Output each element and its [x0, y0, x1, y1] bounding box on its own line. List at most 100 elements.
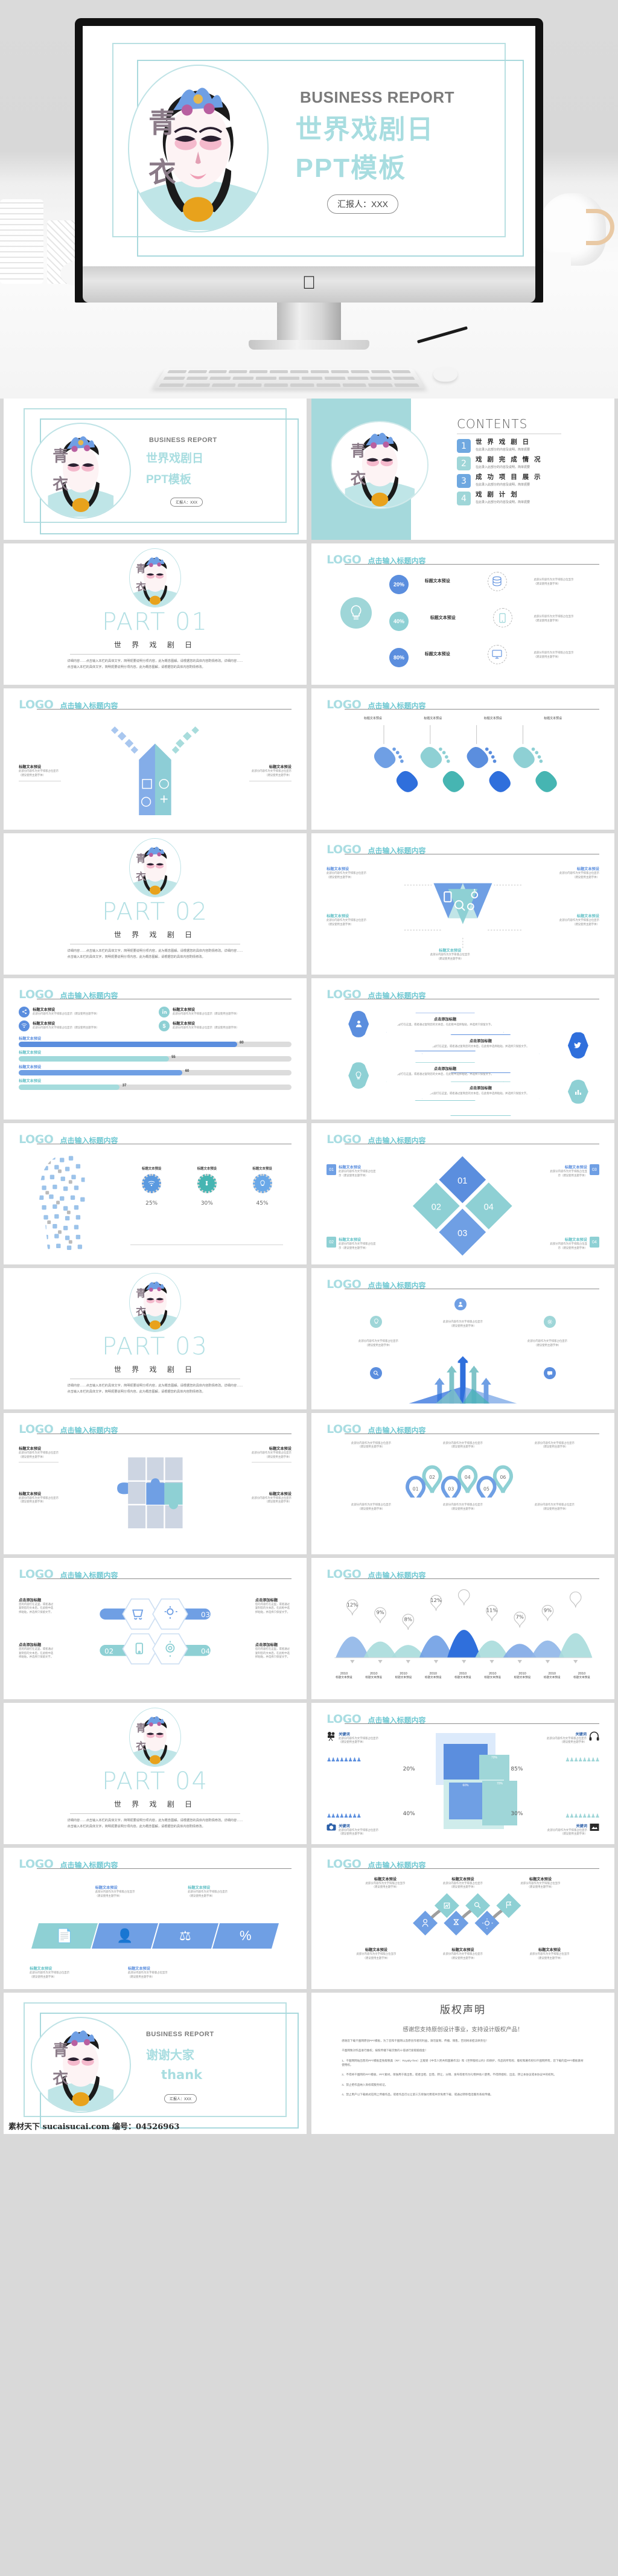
arrow-caption: 此部分内容作为文字排版占位显示 （建议使用主题字体）: [443, 1319, 483, 1327]
upward-arrows: [409, 1356, 517, 1404]
footstep-label: 标题文本预设: [424, 716, 442, 720]
slide-header: LOGO 点击输入标题内容: [19, 1568, 291, 1581]
thumb-icon-head[interactable]: LOGO 点击输入标题内容 标题文本预设 25% 标题文本预设 30% 标题文本…: [4, 1123, 307, 1264]
thanks-line2: thank: [161, 2068, 203, 2083]
chart-icon: [567, 1079, 588, 1104]
svg-text:青: 青: [53, 447, 68, 466]
svg-text:05: 05: [483, 1487, 489, 1492]
imac-chin: : [83, 266, 535, 303]
monitor-icon: [492, 650, 502, 659]
mouse: [433, 367, 457, 382]
kw-pct: 30%: [511, 1811, 523, 1818]
svg-text:青: 青: [350, 443, 366, 461]
thumb-copyright[interactable]: 版权声明 感谢您支持原创设计事业，支持设计版权产品！ 感谢您下载千图网原创PPT…: [311, 1993, 614, 2134]
svg-text:青: 青: [136, 1722, 146, 1734]
thumb-part-03[interactable]: 青 衣 PART 03 世 界 戏 剧 日 详细内容……点击输入本栏的具体文字，…: [4, 1268, 307, 1409]
contents-item[interactable]: 4 戏 剧 计 划 在此录入此部分的内容及说明，简单扼要: [456, 491, 602, 506]
thumb-hex-four[interactable]: LOGO 点击输入标题内容 03 02 04 点击添加标题 您的内容打在这里，或…: [4, 1558, 307, 1699]
tri-label-2: 标题文本预设 此部分内容作为文字排版占位显示 （建议使用主题字体）: [559, 867, 599, 879]
contents-item-number: 3: [456, 474, 471, 489]
slide-header: LOGO 点击输入标题内容: [19, 1423, 291, 1436]
logo-text: LOGO: [327, 1133, 362, 1147]
thumb-footsteps[interactable]: LOGO 点击输入标题内容 标题文本预设 标题文本预设 标题文本预设 标题文本预…: [311, 688, 614, 830]
svg-text:衣: 衣: [53, 475, 68, 493]
mobile-icon-frame: [492, 608, 512, 628]
opera-portrait-oval: 青 衣: [129, 1708, 181, 1767]
contents-item-sub: 在此录入此部分的内容及说明，简单扼要: [475, 482, 530, 487]
opera-portrait-oval: 青 衣: [31, 422, 131, 519]
apple-logo-icon: : [302, 274, 316, 292]
puzzle-label: 标题文本预设 此部分内容作为文字排版占位显示 （建议使用主题字体）: [19, 1446, 59, 1463]
part-number: PART 04: [102, 1767, 208, 1795]
thumb-parallelogram-icons[interactable]: LOGO 点击输入标题内容 标题文本预设 此部分内容作为文字排版占位显示 （建议使用…: [4, 1848, 307, 1989]
row-title: 标题文本预设: [430, 615, 456, 620]
part-number: PART 01: [102, 608, 208, 636]
slide-header-rule: [345, 1578, 599, 1579]
slide-header-rule: [345, 708, 599, 710]
people-row-icon: ♟♟♟♟♟♟♟♟: [565, 1812, 600, 1819]
thumb-part-04[interactable]: 青 衣 PART 04 世 界 戏 剧 日 详细内容……点击输入本栏的具体文字，…: [4, 1703, 307, 1844]
puzzle-label: 标题文本预设 此部分内容作为文字排版占位显示 （建议使用主题字体）: [252, 1491, 291, 1504]
thumb-peak-chart[interactable]: LOGO 点击输入标题内容 12% 9% 8% 12% 11% 7% 9% 20…: [311, 1558, 614, 1699]
slide-header: LOGO 点击输入标题内容: [19, 1857, 291, 1871]
contents-item[interactable]: 3 成 功 项 目 展 示 在此录入此部分的内容及说明，简单扼要: [456, 473, 602, 489]
thumb-percent-infographic[interactable]: LOGO 点击输入标题内容 20% 40% 80% 标题文本预设 标题文本预设 …: [311, 543, 614, 685]
thumb-x-arrows[interactable]: LOGO 点击输入标题内容 标题文本预设 此部分内容作为文字排版占位显示 （建议使…: [4, 688, 307, 830]
paral-caption: 标题文本预设 此部分内容作为文字排版占位显示 （建议使用主题字体）: [95, 1886, 135, 1897]
copyright-title: 版权声明: [440, 2004, 486, 2016]
cover-presenter-pill: 汇报人：XXX: [170, 497, 203, 507]
icon-item: 标题文本预设 此部分内容作为文字排版占位显示（建议使用主题字体）: [19, 1020, 151, 1031]
left-caption: 此部分内容作为文字排版占位显示 （建议使用主题字体）: [19, 769, 59, 777]
contents-item[interactable]: 2 戏 剧 完 成 情 况 在此录入此部分的内容及说明，简单扼要: [456, 457, 602, 471]
thumb-diamond-cycle[interactable]: LOGO 点击输入标题内容 01 04 02 03 01 标题文本预设 此部分内容: [311, 1123, 614, 1264]
bar-row: 标题文本预设 55: [19, 1049, 291, 1062]
cover-eyebrow: BUSINESS REPORT: [148, 437, 217, 444]
contents-item-heading: 成 功 项 目 展 示: [475, 473, 543, 481]
peking-opera-face-icon: 青 衣: [132, 1716, 178, 1766]
thumb-arrows-up[interactable]: LOGO 点击输入标题内容 此部分内容作为文字排版占位显示 （建议使用主题字体） …: [311, 1268, 614, 1409]
footstep-label: 标题文本预设: [363, 716, 382, 720]
thumb-keyword-blocks[interactable]: LOGO 点击输入标题内容 80% 70% 60% 70% 关键词此部分内容作为…: [311, 1703, 614, 1844]
thumb-diamond-chain[interactable]: LOGO 点击输入标题内容 标题文本预设 此部分内容作为文字排版占位显示 （建议使用…: [311, 1848, 614, 1989]
logo-text: LOGO: [327, 1568, 362, 1581]
contents-item-heading: 戏 剧 计 划: [475, 491, 519, 499]
thumb-pin-markers[interactable]: LOGO 点击输入标题内容 此部分内容作为文字排版占位显示 （建议使用主题字体） …: [311, 1413, 614, 1554]
thumb-part-02[interactable]: 青 衣 PART 02 世 界 戏 剧 日 详细内容……点击输入本栏的具体文字，…: [4, 833, 307, 975]
contents-list-panel: CONTENTS 1 世 界 戏 剧 日 在此录入此部分的内容及说明，简单扼要 …: [456, 417, 602, 509]
thumb-icons-and-bars[interactable]: LOGO 点击输入标题内容 标题文本预设 此部分内容作为文字排版占位显示（建议使用…: [4, 978, 307, 1120]
thumb-triangles[interactable]: LOGO 点击输入标题内容 标题文本预设 此部分内容作为文字排版占位显示（建议使…: [311, 833, 614, 975]
kw-block-inner: 60%: [449, 1783, 482, 1819]
thumb-part-01[interactable]: 青 衣 PART 01 世 界 戏 剧 日 详细内容……点击输入本栏的具体文字，…: [4, 543, 307, 685]
thumb-contents[interactable]: 青 衣 CONTENTS 1 世 界 戏 剧 日 在此录入此部分的内容及说明，简…: [311, 399, 614, 540]
database-icon: [492, 576, 502, 586]
peak-chart-svg: 12% 9% 8% 12% 11% 7% 9%: [334, 1589, 593, 1664]
footsteps-diagram: [374, 725, 557, 793]
contents-item-number: 1: [456, 439, 471, 453]
puzzle-label: 标题文本预设 此部分内容作为文字排版占位显示 （建议使用主题字体）: [19, 1491, 59, 1504]
slide-header: LOGO 点击输入标题内容: [327, 1133, 599, 1146]
database-icon-frame: [487, 571, 507, 591]
logo-text: LOGO: [327, 698, 362, 712]
thumb-thanks[interactable]: 青 衣 BUSINESS REPORT 谢谢大家 thank 汇报人：XXX 素…: [4, 1993, 307, 2134]
thumb-puzzle[interactable]: LOGO 点击输入标题内容 标题文本预设 此部分内容作为文字排版占位显示 （建议使用…: [4, 1413, 307, 1554]
right-caption: 此部分内容作为文字排版占位显示 （建议使用主题字体）: [252, 769, 291, 777]
peking-opera-face-icon: 青 衣: [132, 557, 178, 607]
row-title: 标题文本预设: [424, 579, 450, 584]
footstep-label: 标题文本预设: [483, 716, 502, 720]
cover-title-line2: PPT模板: [295, 153, 407, 183]
thumb-cover[interactable]: 青 衣 BUSINESS REPORT 世界戏剧日 PPT模板 汇报人：XXX: [4, 399, 307, 540]
icon-item: 标题文本预设 此部分内容作为文字排版占位显示（建议使用主题字体）: [19, 1006, 151, 1017]
bar-row: 标题文本预设 80: [19, 1036, 291, 1048]
logo-text: LOGO: [19, 1133, 54, 1147]
drop-icon: [197, 1173, 217, 1193]
left-block: 标题文本预设 此部分内容作为文字排版占位显示 （建议使用主题字体）: [19, 764, 62, 782]
logo-text: LOGO: [19, 698, 54, 712]
contents-item[interactable]: 1 世 界 戏 剧 日 在此录入此部分的内容及说明，简单扼要: [456, 439, 602, 453]
logo-text: LOGO: [19, 1568, 54, 1581]
svg-text:04: 04: [201, 1647, 210, 1655]
thumb-hex-cards[interactable]: LOGO 点击输入标题内容 点击添加标题 您的内容打在这里，或者通过复制您的文本…: [311, 978, 614, 1120]
opera-portrait-oval: 青 衣: [129, 548, 181, 607]
people-row-icon: ♟♟♟♟♟♟♟♟: [565, 1757, 600, 1763]
scales-icon: ⚖: [151, 1923, 218, 1949]
footstep-label: 标题文本预设: [544, 716, 562, 720]
